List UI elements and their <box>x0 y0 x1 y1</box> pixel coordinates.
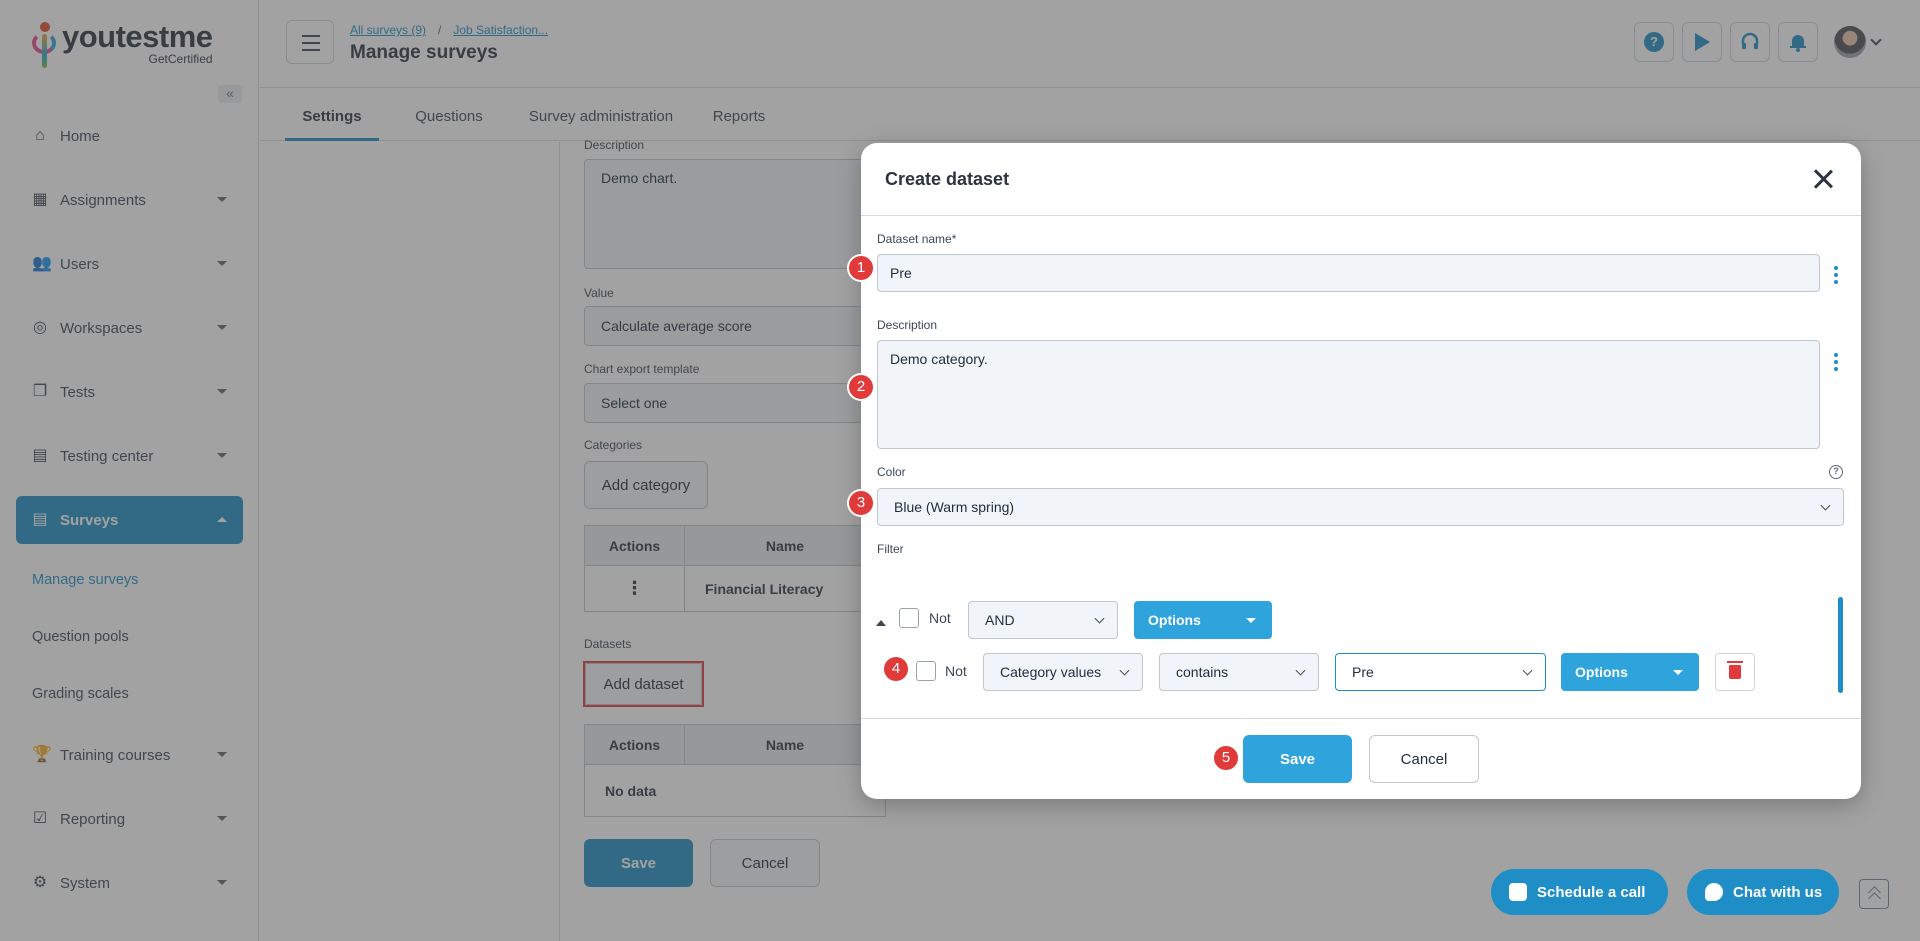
schedule-call-label: Schedule a call <box>1537 883 1646 901</box>
rule-not-checkbox[interactable] <box>916 661 936 681</box>
divider <box>861 718 1861 719</box>
chevron-down-icon <box>1295 665 1306 676</box>
caret-down-icon <box>1246 618 1256 623</box>
trash-icon <box>1727 661 1743 679</box>
chevron-down-icon <box>1119 665 1130 676</box>
chat-label: Chat with us <box>1733 883 1823 901</box>
caret-down-icon <box>1673 670 1683 675</box>
rule-options-button[interactable]: Options <box>1561 653 1699 691</box>
rule-operator-value: contains <box>1176 664 1229 680</box>
color-label: Color <box>877 465 906 479</box>
group-options-button[interactable]: Options <box>1134 601 1272 639</box>
dataset-name-options-kebab-icon[interactable] <box>1833 266 1839 288</box>
group-not-label: Not <box>929 610 951 626</box>
step-callout-5: 5 <box>1214 746 1238 770</box>
calendar-icon <box>1509 883 1527 901</box>
dataset-name-label: Dataset name* <box>877 232 957 246</box>
dialog-save-button[interactable]: Save <box>1243 735 1352 783</box>
rule-not-label: Not <box>945 663 967 679</box>
filter-scrollbar[interactable] <box>1838 597 1843 693</box>
step-callout-3: 3 <box>849 491 873 515</box>
rule-value-select[interactable]: Pre <box>1335 653 1546 691</box>
close-icon[interactable] <box>1811 167 1835 191</box>
rule-field-select[interactable]: Category values <box>983 653 1143 691</box>
chevron-down-icon <box>1094 613 1105 624</box>
chevron-down-icon <box>1820 500 1831 511</box>
delete-rule-button[interactable] <box>1715 653 1755 691</box>
dialog-title: Create dataset <box>885 169 1010 189</box>
collapse-group-caret-icon[interactable] <box>876 620 886 626</box>
description-options-kebab-icon[interactable] <box>1833 353 1839 375</box>
step-callout-1: 1 <box>849 256 873 280</box>
dataset-description-label: Description <box>877 318 938 332</box>
rule-operator-select[interactable]: contains <box>1159 653 1319 691</box>
rule-field-value: Category values <box>1000 664 1102 680</box>
group-not-checkbox[interactable] <box>899 608 919 628</box>
chat-bubble-icon <box>1705 883 1723 901</box>
divider <box>861 215 1861 216</box>
group-operator-value: AND <box>985 612 1015 628</box>
chevron-down-icon <box>1522 665 1533 676</box>
rule-value-value: Pre <box>1352 664 1374 680</box>
scroll-to-top-icon[interactable] <box>1859 879 1889 909</box>
dataset-description-textarea[interactable]: Demo category. <box>877 340 1820 449</box>
dialog-cancel-button[interactable]: Cancel <box>1369 735 1479 783</box>
color-select[interactable]: Blue (Warm spring) <box>877 488 1844 526</box>
chat-button[interactable]: Chat with us <box>1687 869 1839 915</box>
group-options-label: Options <box>1148 612 1201 628</box>
rule-options-label: Options <box>1575 664 1628 680</box>
help-icon[interactable]: ? <box>1829 465 1843 479</box>
color-select-value: Blue (Warm spring) <box>894 499 1015 515</box>
step-callout-4: 4 <box>884 657 908 681</box>
create-dataset-dialog: Create dataset <box>861 143 1861 799</box>
step-callout-2: 2 <box>849 375 873 399</box>
schedule-call-button[interactable]: Schedule a call <box>1491 869 1668 915</box>
filter-label: Filter <box>877 542 904 556</box>
dataset-name-input[interactable]: Pre <box>877 254 1820 292</box>
group-operator-select[interactable]: AND <box>968 601 1118 639</box>
